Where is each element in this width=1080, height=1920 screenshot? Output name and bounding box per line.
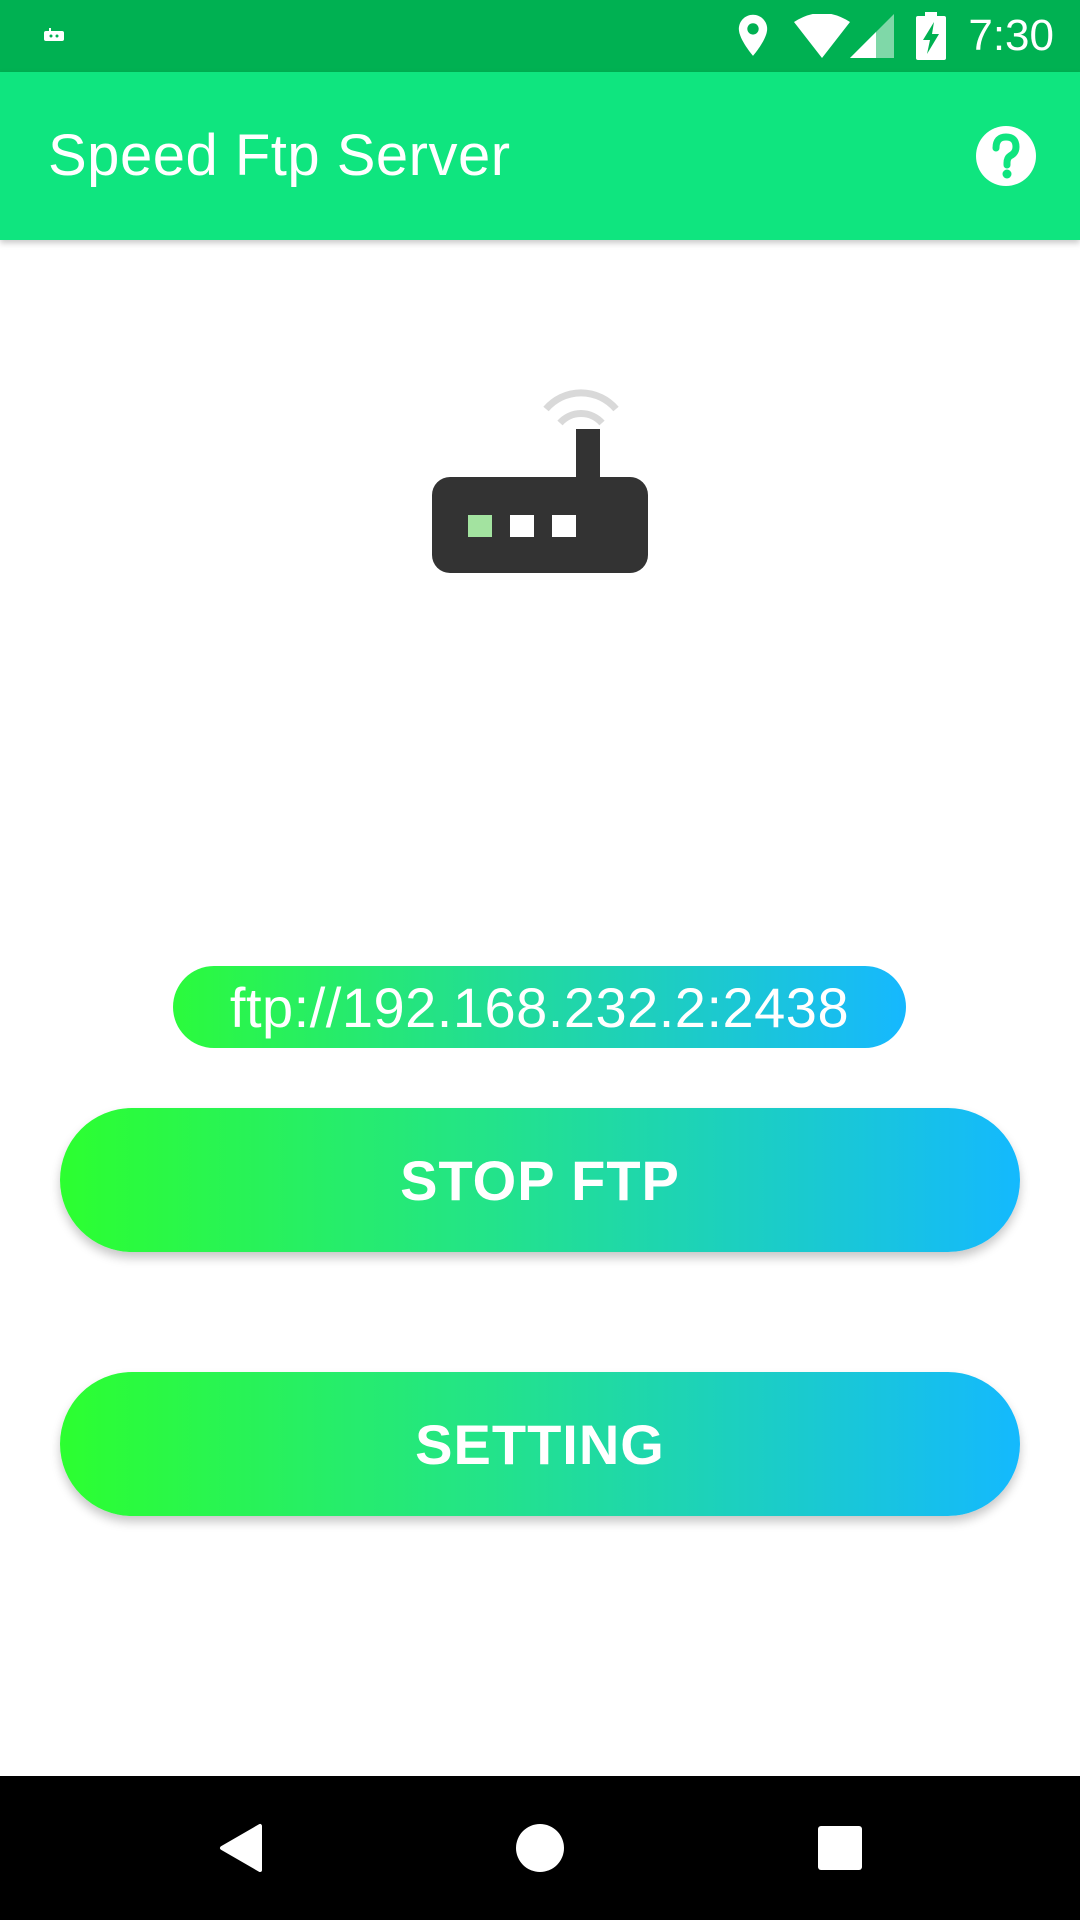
status-bar: 7:30 — [0, 0, 1080, 72]
back-icon — [220, 1824, 262, 1872]
router-led — [510, 515, 534, 537]
wifi-wave-inner — [557, 410, 605, 426]
setting-button[interactable]: SETTING — [60, 1372, 1020, 1516]
nav-back-button[interactable] — [180, 1776, 300, 1920]
ftp-address-badge: ftp://192.168.232.2:2438 — [173, 966, 906, 1048]
help-circle-icon[interactable] — [974, 124, 1038, 188]
wifi-wave-outer — [543, 389, 619, 412]
setting-label: SETTING — [415, 1412, 665, 1476]
signal-icon — [850, 14, 895, 58]
status-icons: 7:30 — [736, 0, 1080, 72]
stop-ftp-button[interactable]: STOP FTP — [60, 1108, 1020, 1252]
wifi-icon — [794, 14, 851, 58]
router-led-active — [468, 515, 492, 537]
ftp-address-text: ftp://192.168.232.2:2438 — [229, 975, 850, 1039]
android-debug-icon — [44, 28, 64, 41]
home-icon — [516, 1824, 564, 1872]
navigation-bar — [0, 1776, 1080, 1920]
app-title: Speed Ftp Server — [48, 123, 511, 188]
status-time: 7:30 — [968, 11, 1054, 60]
app-bar: Speed Ftp Server — [0, 72, 1080, 240]
stop-ftp-label: STOP FTP — [400, 1148, 680, 1212]
battery-charging-icon — [916, 12, 947, 60]
recents-icon — [818, 1826, 862, 1870]
location-icon — [739, 14, 768, 56]
nav-home-button[interactable] — [480, 1776, 600, 1920]
nav-recents-button[interactable] — [780, 1776, 900, 1920]
router-body — [432, 477, 648, 573]
router-icon — [432, 389, 648, 573]
router-led — [552, 515, 576, 537]
router-antenna — [576, 429, 600, 485]
